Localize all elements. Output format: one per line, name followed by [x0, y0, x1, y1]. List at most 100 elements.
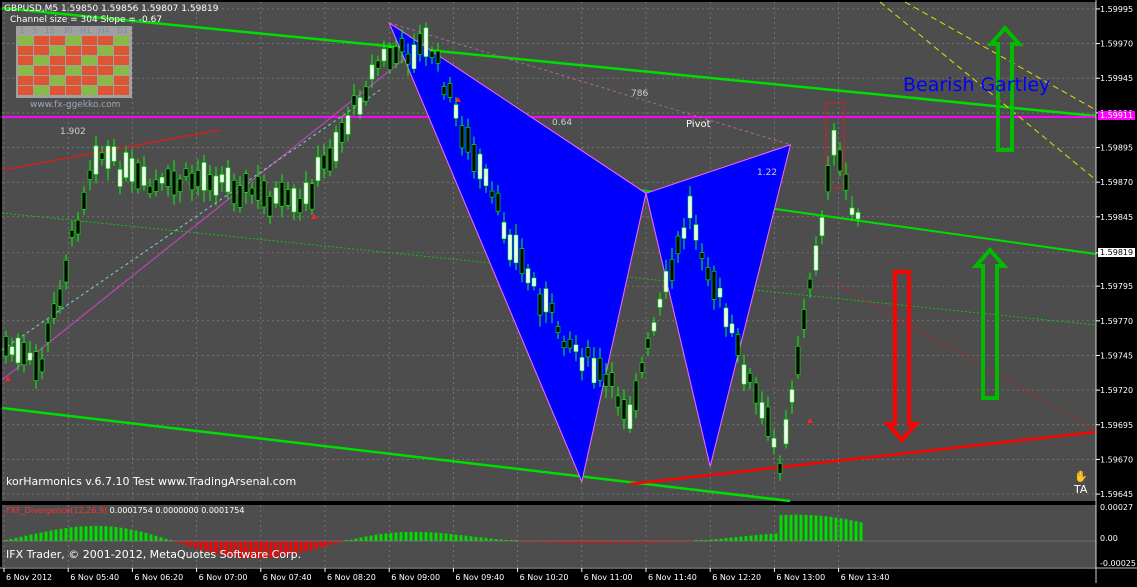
- candle: [501, 222, 507, 239]
- candle: [543, 288, 549, 313]
- timeframe-matrix[interactable]: 1 5 15 30 H1 H4 D1: [16, 26, 132, 98]
- price-tick-label: 1.59845: [1100, 213, 1133, 222]
- candle: [393, 46, 399, 64]
- histogram-bar: [384, 533, 388, 541]
- histogram-bar: [119, 527, 123, 541]
- price-tick-label: 1.59970: [1100, 40, 1133, 49]
- timeframe-cell: [18, 46, 33, 55]
- histogram-bar: [589, 541, 593, 544]
- price-tick-label: 1.59670: [1100, 455, 1133, 464]
- candle: [483, 168, 489, 187]
- candle: [603, 374, 609, 387]
- histogram-bar: [164, 538, 168, 541]
- candle: [123, 152, 129, 178]
- candle: [447, 83, 453, 98]
- histogram-bar: [329, 541, 333, 545]
- histogram-bar: [419, 531, 423, 541]
- candle: [705, 267, 711, 281]
- candle: [825, 165, 831, 193]
- price-tick-label: 1.59945: [1100, 74, 1133, 83]
- timeframe-labels: 1 5 15 30 H1 H4 D1: [16, 26, 132, 35]
- candle: [495, 192, 501, 212]
- candle: [249, 187, 255, 196]
- histogram-bar: [404, 531, 408, 541]
- timeframe-label[interactable]: 15: [45, 26, 55, 35]
- histogram-bar: [744, 536, 748, 541]
- histogram-bar: [719, 538, 723, 541]
- price-tick-label: 1.59645: [1100, 490, 1133, 499]
- histogram-bar: [359, 537, 363, 541]
- candle: [321, 154, 327, 170]
- timeframe-cell: [66, 56, 81, 65]
- candle: [597, 357, 603, 381]
- timeframe-label[interactable]: H4: [98, 26, 109, 35]
- copyright-text: IFX Trader, © 2001-2012, MetaQuotes Soft…: [6, 548, 302, 561]
- candle: [87, 169, 93, 180]
- candle: [243, 173, 249, 193]
- candle: [609, 372, 615, 387]
- candle: [375, 60, 381, 69]
- candle: [111, 146, 117, 162]
- timeframe-cell: [82, 66, 97, 75]
- candle: [711, 270, 717, 300]
- candle: [489, 190, 495, 198]
- candle: [717, 287, 723, 298]
- candle: [345, 115, 351, 135]
- timeframe-label[interactable]: 1: [20, 26, 25, 35]
- candle: [171, 170, 177, 196]
- histogram-bar: [24, 535, 28, 541]
- price-tick-label: 1.59720: [1100, 386, 1133, 395]
- histogram-bar: [829, 516, 833, 541]
- chart-window[interactable]: 1.599951.599701.599451.599201.598951.598…: [0, 0, 1137, 583]
- histogram-bar: [754, 535, 758, 541]
- candle: [435, 50, 441, 64]
- candle: [783, 419, 789, 445]
- histogram-bar: [464, 535, 468, 541]
- candle: [297, 198, 303, 214]
- timeframe-label[interactable]: 30: [62, 26, 72, 35]
- candle: [225, 167, 231, 193]
- candle: [579, 357, 585, 372]
- timeframe-cell: [114, 66, 129, 75]
- histogram-bar: [49, 530, 53, 541]
- histogram-bar: [44, 531, 48, 541]
- ta-logo: ✋ TA: [1074, 470, 1088, 496]
- candle: [183, 168, 189, 177]
- candle: [267, 196, 273, 217]
- website-badge: www.fx-ggekko.com: [30, 100, 121, 110]
- histogram-bar: [324, 541, 328, 547]
- candle: [753, 382, 759, 404]
- channel-info: Channel size = 304 Slope = -0.67: [10, 15, 163, 25]
- histogram-bar: [759, 534, 763, 541]
- price-tick-label: 1.59745: [1100, 351, 1133, 360]
- timeframe-cell: [34, 66, 49, 75]
- histogram-bar: [394, 532, 398, 541]
- candle: [315, 156, 321, 181]
- candle: [615, 395, 621, 408]
- candle: [351, 95, 357, 106]
- price-tick-label: 1.59695: [1100, 421, 1133, 430]
- timeframe-cell: [66, 76, 81, 85]
- timeframe-label[interactable]: H1: [80, 26, 91, 35]
- pivot-label: Pivot: [686, 119, 711, 130]
- histogram-bar: [799, 514, 803, 541]
- candle: [159, 176, 165, 184]
- candle: [237, 185, 243, 208]
- histogram-bar: [154, 535, 158, 541]
- candle: [585, 347, 591, 358]
- histogram-bar: [469, 536, 473, 541]
- histogram-bar: [439, 533, 443, 541]
- histogram-bar: [474, 536, 478, 541]
- timeframe-cell: [82, 76, 97, 85]
- timeframe-label[interactable]: D1: [117, 26, 128, 35]
- timeframe-cell: [82, 46, 97, 55]
- candle: [135, 162, 141, 190]
- histogram-bar: [449, 534, 453, 541]
- timeframe-label[interactable]: 5: [32, 26, 37, 35]
- histogram-bar: [374, 534, 378, 541]
- price-tick-label: 1.59795: [1100, 282, 1133, 291]
- histogram-bar: [819, 515, 823, 541]
- candle: [465, 127, 471, 153]
- candle: [399, 38, 405, 53]
- histogram-bar: [159, 537, 163, 541]
